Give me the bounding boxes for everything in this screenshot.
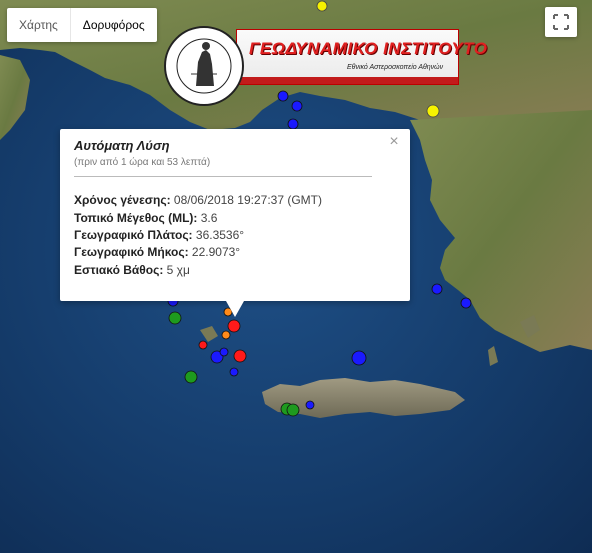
info-label: Γεωγραφικό Πλάτος: — [74, 228, 193, 242]
info-label: Γεωγραφικό Μήκος: — [74, 245, 189, 259]
quake-marker-blue[interactable] — [460, 297, 472, 309]
fullscreen-icon — [553, 14, 569, 30]
info-label: Τοπικό Μέγεθος (ML): — [74, 211, 198, 225]
quake-marker-blue[interactable] — [305, 400, 315, 410]
logo-subtitle: Εθνικό Αστεροσκοπείο Αθηνών — [347, 64, 444, 71]
info-title: Αυτόματη Λύση — [74, 138, 170, 153]
info-value: 3.6 — [197, 211, 218, 225]
info-label: Εστιακό Βάθος: — [74, 263, 164, 277]
quake-marker-blue[interactable] — [229, 367, 239, 377]
quake-marker-red[interactable] — [233, 349, 247, 363]
quake-marker-red-event[interactable] — [227, 319, 241, 333]
quake-marker-blue[interactable] — [351, 350, 367, 366]
observatory-seal-icon — [164, 26, 244, 106]
quake-marker-red[interactable] — [198, 340, 208, 350]
info-value: 08/06/2018 19:27:37 (GMT) — [170, 193, 323, 207]
quake-marker-blue[interactable] — [219, 347, 229, 357]
info-value: 22.9073° — [188, 245, 241, 259]
institute-logo: ΓΕΩΔΥΝΑΜΙΚΟ ΙΝΣΤΙΤΟΥΤΟ Εθνικό Αστεροσκοπ… — [163, 24, 487, 108]
quake-marker-blue[interactable] — [287, 118, 299, 130]
info-value: 5 χμ — [163, 263, 190, 277]
info-window-tail — [226, 301, 244, 317]
quake-marker-yellow[interactable] — [316, 0, 328, 12]
info-row-origin-time: Χρόνος γένεσης: 08/06/2018 19:27:37 (GMT… — [74, 193, 322, 207]
quake-marker-green[interactable] — [168, 311, 182, 325]
fullscreen-button[interactable] — [545, 7, 577, 37]
close-icon[interactable]: × — [387, 134, 401, 150]
info-row-depth: Εστιακό Βάθος: 5 χμ — [74, 263, 190, 277]
info-row-longitude: Γεωγραφικό Μήκος: 22.9073° — [74, 245, 240, 259]
quake-marker-green[interactable] — [286, 403, 300, 417]
info-divider — [74, 176, 372, 177]
quake-marker-green[interactable] — [184, 370, 198, 384]
info-row-latitude: Γεωγραφικό Πλάτος: 36.3536° — [74, 228, 244, 242]
logo-stripe — [237, 77, 458, 84]
logo-title: ΓΕΩΔΥΝΑΜΙΚΟ ΙΝΣΤΙΤΟΥΤΟ — [249, 39, 488, 58]
map-type-map-button[interactable]: Χάρτης — [7, 8, 70, 42]
info-value: 36.3536° — [192, 228, 245, 242]
info-row-magnitude: Τοπικό Μέγεθος (ML): 3.6 — [74, 211, 217, 225]
map-type-satellite-button[interactable]: Δορυφόρος — [69, 8, 157, 42]
map-type-control: Χάρτης Δορυφόρος — [7, 8, 157, 42]
info-label: Χρόνος γένεσης: — [74, 193, 171, 207]
info-elapsed: (πριν από 1 ώρα και 53 λεπτά) — [74, 157, 211, 168]
quake-marker-orange[interactable] — [221, 330, 231, 340]
quake-marker-blue[interactable] — [431, 283, 443, 295]
logo-banner: ΓΕΩΔΥΝΑΜΙΚΟ ΙΝΣΤΙΤΟΥΤΟ Εθνικό Αστεροσκοπ… — [236, 29, 487, 85]
